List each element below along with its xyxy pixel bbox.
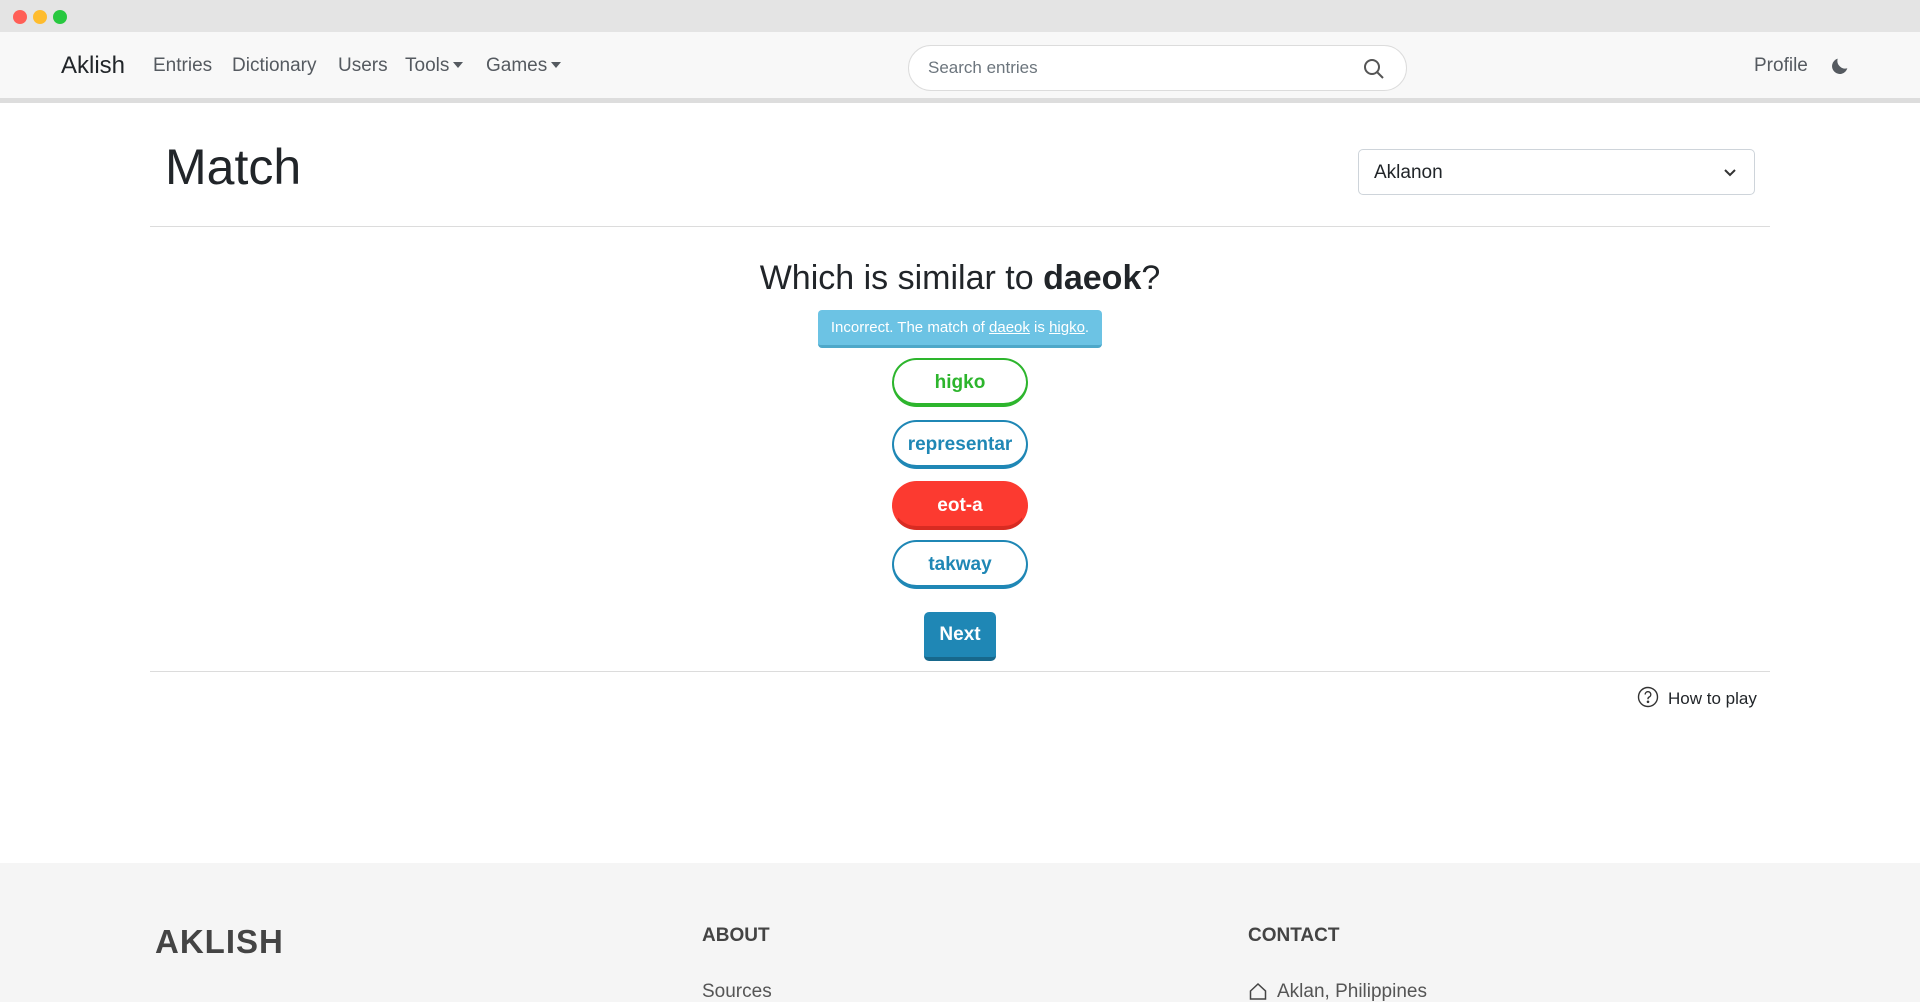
feedback-word-link[interactable]: daeok bbox=[989, 319, 1030, 336]
footer-brand: AKLISH bbox=[155, 923, 284, 960]
question-suffix: ? bbox=[1141, 259, 1161, 297]
search-box bbox=[908, 45, 1407, 91]
choice-button[interactable]: representar bbox=[892, 420, 1028, 469]
navbar: Aklish Entries Dictionary Users Tools Ga… bbox=[0, 32, 1920, 103]
choice-button-correct[interactable]: higko bbox=[892, 358, 1028, 407]
feedback-prefix: Incorrect. The match of bbox=[830, 319, 990, 336]
feedback-alert: Incorrect. The match of daeok is higko. bbox=[818, 310, 1102, 348]
maximize-window-button[interactable] bbox=[53, 10, 67, 24]
choice-button-wrong[interactable]: eot-a bbox=[892, 481, 1028, 530]
brand-link[interactable]: Aklish bbox=[61, 52, 125, 80]
nav-games-label: Games bbox=[486, 55, 548, 76]
feedback-answer-link[interactable]: higko bbox=[1049, 319, 1085, 336]
search-icon[interactable] bbox=[1362, 57, 1386, 81]
nav-entries[interactable]: Entries bbox=[153, 55, 212, 77]
window-titlebar bbox=[0, 0, 1920, 32]
feedback-suffix: . bbox=[1084, 319, 1090, 336]
question-circle-icon bbox=[1637, 686, 1659, 708]
chevron-down-icon bbox=[1724, 169, 1736, 177]
close-window-button[interactable] bbox=[13, 10, 27, 24]
home-icon bbox=[1249, 982, 1267, 1000]
nav-games-dropdown[interactable]: Games bbox=[486, 55, 562, 77]
divider bbox=[150, 671, 1770, 672]
search-input[interactable] bbox=[928, 46, 1348, 90]
language-select[interactable]: Aklanon bbox=[1358, 149, 1755, 195]
footer-contact-heading: CONTACT bbox=[1248, 925, 1340, 946]
caret-down-icon bbox=[551, 62, 562, 68]
footer-sources-link[interactable]: Sources bbox=[702, 981, 772, 1002]
nav-tools-label: Tools bbox=[405, 55, 450, 76]
moon-icon[interactable] bbox=[1829, 55, 1851, 77]
question-word: daeok bbox=[1043, 259, 1142, 297]
question-prefix: Which is similar to bbox=[759, 259, 1044, 297]
next-button[interactable]: Next bbox=[924, 612, 996, 661]
nav-tools-dropdown[interactable]: Tools bbox=[405, 55, 464, 77]
language-select-value: Aklanon bbox=[1374, 162, 1443, 183]
footer: AKLISH ABOUT Sources CONTACT Aklan, Phil… bbox=[0, 863, 1920, 1002]
question-text: Which is similar to daeok? bbox=[0, 259, 1920, 298]
how-to-play-label: How to play bbox=[1668, 689, 1757, 708]
footer-location: Aklan, Philippines bbox=[1277, 981, 1427, 1002]
choice-button[interactable]: takway bbox=[892, 540, 1028, 589]
minimize-window-button[interactable] bbox=[33, 10, 47, 24]
feedback-middle: is bbox=[1029, 319, 1050, 336]
footer-about-heading: ABOUT bbox=[702, 925, 770, 946]
profile-link[interactable]: Profile bbox=[1754, 55, 1808, 77]
nav-dictionary[interactable]: Dictionary bbox=[232, 55, 316, 77]
nav-users[interactable]: Users bbox=[338, 55, 388, 77]
page-title: Match bbox=[165, 139, 302, 195]
caret-down-icon bbox=[453, 62, 464, 68]
divider bbox=[150, 226, 1770, 227]
